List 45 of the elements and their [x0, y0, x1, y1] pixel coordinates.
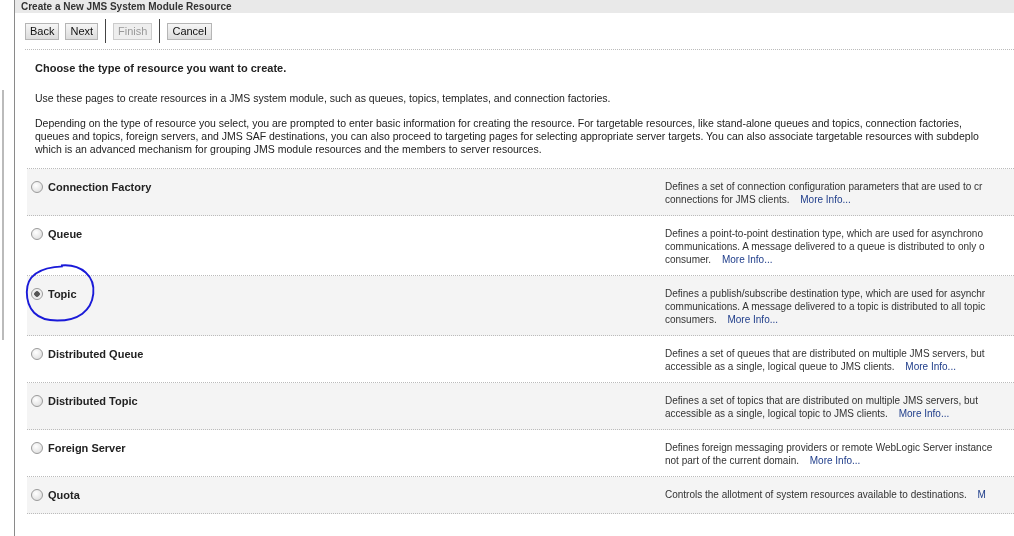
description-text: Controls the allotment of system resources available to destinations.: [665, 489, 967, 500]
description-text: Defines a set of queues that are distributed on multiple JMS servers, but: [665, 348, 985, 359]
description-line: queues and topics, foreign servers, and JMS SAF destinations, you can also proceed to targeting pages for selecting appropriate server targets. You can also associate targetable resources with subdeplo: [35, 130, 980, 143]
section-heading: Choose the type of resource you want to create.: [34, 61, 288, 74]
option-label[interactable]: Distributed Topic: [48, 394, 138, 408]
more-info-link[interactable]: More Info...: [721, 254, 773, 265]
description-text: accessible as a single, logical topic to JMS clients.: [665, 408, 888, 419]
wizard-button[interactable]: Next: [65, 22, 99, 40]
wizard-button[interactable]: Cancel: [167, 22, 212, 40]
option-label[interactable]: Quota: [48, 488, 80, 502]
description-text: Defines a set of connection configuration parameters that are used to cr: [665, 181, 983, 192]
description-text: Defines foreign messaging providers or remote WebLogic Server instance: [665, 442, 993, 453]
description-line: which is an advanced mechanism for grouping JMS module resources and the members to server resources.: [35, 143, 543, 156]
intro-text: Use these pages to create resources in a JMS system module, such as queues, topics, templates, and connection factories.: [35, 92, 612, 104]
more-info-link[interactable]: More Info...: [898, 408, 950, 419]
description-line: Depending on the type of resource you select, you are prompted to enter basic information for creating the resource. For targetable resources, like stand-alone queues and topics, connection factories,: [35, 117, 963, 130]
more-info-link[interactable]: M: [977, 489, 986, 500]
option-label[interactable]: Distributed Queue: [48, 347, 144, 361]
description-text: consumer.: [665, 254, 712, 265]
option-label[interactable]: Queue: [48, 227, 83, 241]
more-info-link[interactable]: More Info...: [727, 314, 779, 325]
more-info-link[interactable]: More Info...: [809, 455, 861, 466]
description-text: Defines a publish/subscribe destination type, which are used for asynchr: [665, 288, 986, 299]
option-label[interactable]: Connection Factory: [48, 180, 152, 194]
radio-button[interactable]: [31, 489, 43, 501]
description-text: not part of the current domain.: [665, 455, 799, 466]
more-info-link[interactable]: More Info...: [800, 194, 851, 205]
page-title: Create a New JMS System Module Resource: [21, 0, 232, 13]
description-text: Defines a point-to-point destination type, which are used for asynchrono: [665, 228, 983, 239]
option-label[interactable]: Foreign Server: [48, 441, 126, 455]
description-text: accessible as a single, logical queue to JMS clients.: [665, 361, 895, 372]
description-text: Defines a set of topics that are distributed on multiple JMS servers, but: [665, 395, 978, 406]
radio-button[interactable]: [31, 288, 43, 300]
option-label[interactable]: Topic: [48, 287, 77, 301]
description-text: connections for JMS clients.: [665, 194, 790, 205]
description-text: communications. A message delivered to a queue is distributed to only o: [665, 241, 985, 252]
wizard-button[interactable]: Back: [25, 22, 60, 40]
radio-button[interactable]: [31, 348, 43, 360]
description-text: communications. A message delivered to a topic is distributed to all topic: [665, 301, 986, 312]
radio-button[interactable]: [31, 442, 43, 454]
radio-button[interactable]: [31, 181, 43, 193]
more-info-link[interactable]: More Info...: [905, 361, 956, 372]
radio-button[interactable]: [31, 395, 43, 407]
description-text: consumers.: [665, 314, 717, 325]
radio-button[interactable]: [31, 228, 43, 240]
